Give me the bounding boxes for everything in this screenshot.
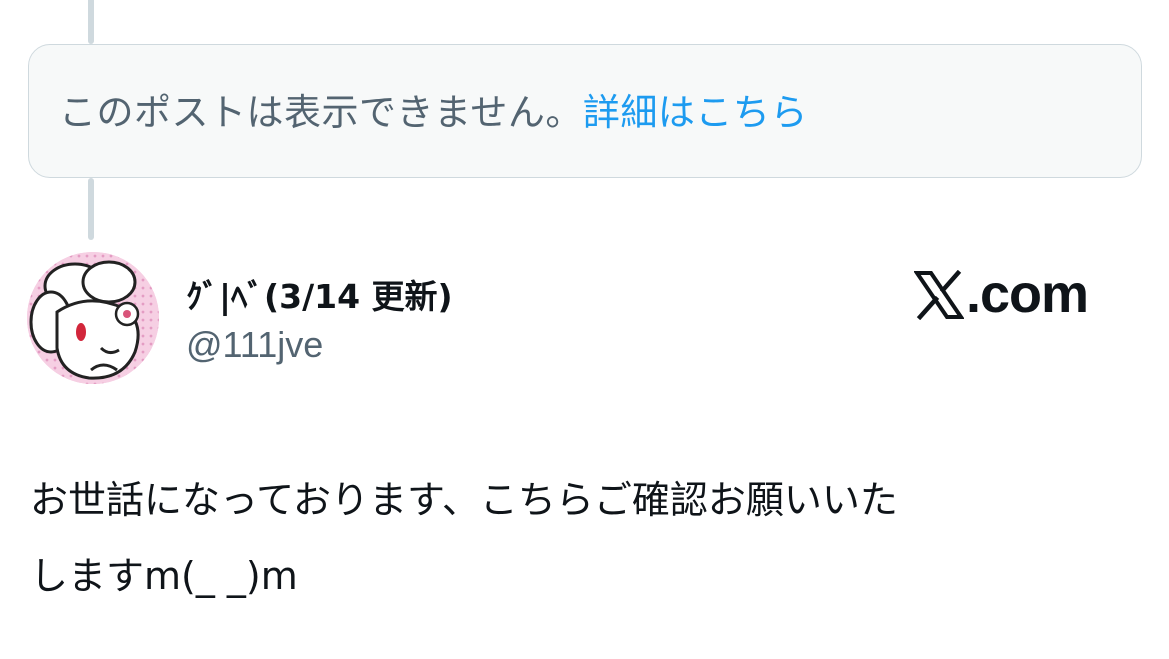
post-text-line: お世話になっております、こちらご確認お願いいた [30, 478, 898, 522]
x-logo-icon [914, 270, 964, 320]
thread-connector-line [88, 178, 94, 240]
avatar[interactable] [27, 252, 159, 384]
unavailable-post-notice: このポストは表示できません。 詳細はこちら [28, 44, 1142, 178]
unavailable-post-text: このポストは表示できません。 [59, 91, 583, 134]
author-display-name[interactable]: ｸﾞ|ﾍﾞ(3/14 更新) [186, 270, 453, 318]
timeline: このポストは表示できません。 詳細はこちら ｸﾞ|ﾍﾞ(3/14 更新) @111… [0, 0, 1169, 659]
learn-more-link[interactable]: 詳細はこちら [583, 82, 808, 136]
source-label: .com [966, 264, 1089, 324]
post-text: お世話になっております、こちらご確認お願いいた しますm(_ _)m [30, 462, 1150, 614]
thread-connector-line [88, 0, 94, 44]
avatar-icon [27, 252, 159, 384]
source-badge: .com [914, 262, 1089, 326]
author-handle[interactable]: @111jve [186, 324, 323, 366]
post-text-line: しますm(_ _)m [30, 554, 298, 598]
